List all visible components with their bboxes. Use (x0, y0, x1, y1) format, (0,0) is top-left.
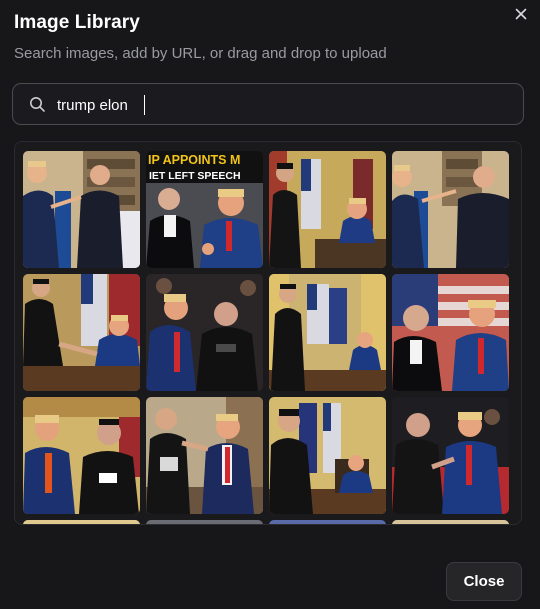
image-thumbnail[interactable] (392, 520, 509, 524)
image-thumbnail[interactable] (269, 520, 386, 524)
image-thumbnail[interactable] (269, 151, 386, 268)
search-box[interactable] (12, 83, 524, 125)
image-thumbnail[interactable] (269, 397, 386, 514)
image-grid: IP APPOINTS M IET LEFT SPEECH (23, 151, 515, 524)
search-input[interactable] (57, 93, 477, 117)
image-thumbnail[interactable] (269, 274, 386, 391)
image-thumbnail[interactable] (146, 397, 263, 514)
dialog-title: Image Library (14, 12, 140, 33)
image-thumbnail[interactable] (146, 520, 263, 524)
text-cursor (144, 95, 145, 115)
image-thumbnail[interactable] (392, 274, 509, 391)
dialog-subtitle: Search images, add by URL, or drag and d… (14, 45, 387, 62)
image-thumbnail[interactable] (23, 274, 140, 391)
image-results-panel[interactable]: IP APPOINTS M IET LEFT SPEECH (14, 141, 522, 525)
image-library-dialog: Image Library Search images, add by URL,… (0, 0, 540, 609)
search-icon (29, 96, 46, 113)
image-thumbnail[interactable] (23, 397, 140, 514)
news-banner-subtext: IET LEFT SPEECH (149, 170, 241, 182)
close-icon[interactable] (512, 5, 530, 23)
image-thumbnail[interactable] (392, 151, 509, 268)
image-thumbnail[interactable] (23, 520, 140, 524)
news-banner-text: IP APPOINTS M (148, 153, 240, 167)
close-button[interactable]: Close (446, 562, 522, 601)
image-thumbnail[interactable] (146, 274, 263, 391)
image-thumbnail[interactable]: IP APPOINTS M IET LEFT SPEECH (146, 151, 263, 268)
image-thumbnail[interactable] (23, 151, 140, 268)
image-thumbnail[interactable] (392, 397, 509, 514)
